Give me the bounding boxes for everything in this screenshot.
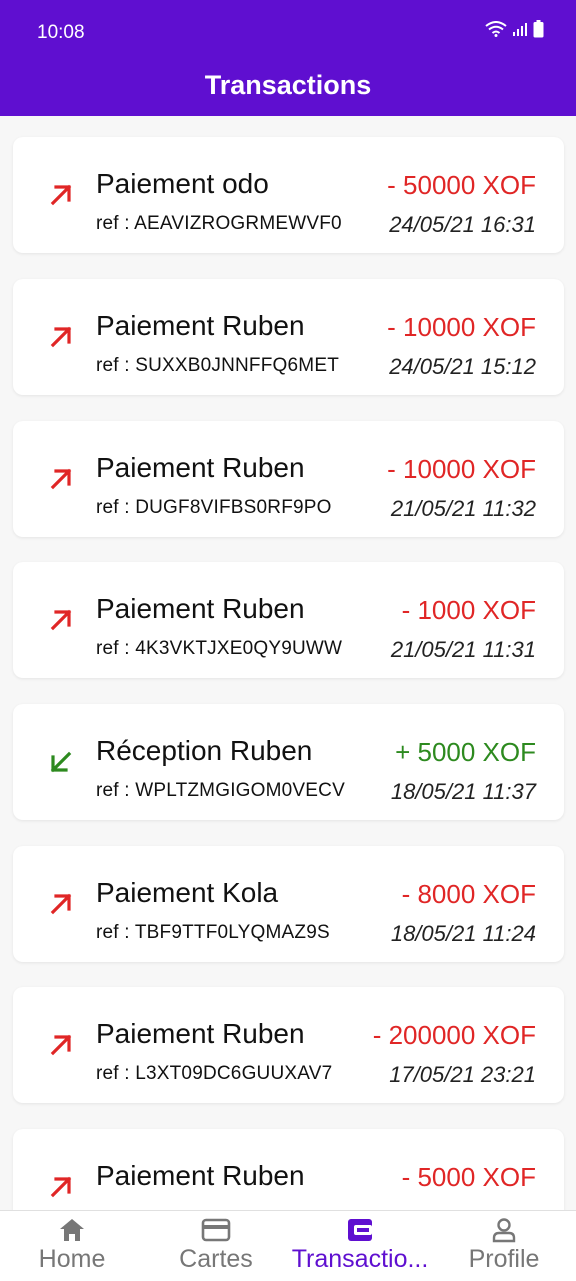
transaction-amount: - 10000 XOF [387, 312, 536, 342]
transaction-list[interactable]: Paiement odo ref : AEAVIZROGRMEWVF0 - 50… [0, 116, 576, 1210]
bottom-nav: Home Cartes Transactio... Profile [0, 1210, 576, 1281]
transaction-date: 18/05/21 11:24 [390, 921, 536, 946]
transaction-ref: ref : TBF9TTF0LYQMAZ9S [96, 922, 330, 943]
transaction-date: 24/05/21 16:31 [389, 212, 536, 237]
transaction-card[interactable]: Réception Ruben ref : WPLTZMGIGOM0VECV +… [13, 704, 564, 820]
transaction-ref: ref : DUGF8VIFBS0RF9PO [96, 497, 332, 518]
transaction-date: 17/05/21 23:21 [389, 1062, 536, 1087]
wifi-icon [485, 21, 507, 37]
transaction-card[interactable]: Paiement Ruben ref : DUGF8VIFBS0RF9PO - … [13, 421, 564, 537]
transaction-ref: ref : WPLTZMGIGOM0VECV [96, 780, 345, 801]
person-icon [492, 1218, 516, 1243]
arrow-up-right-icon [50, 326, 72, 348]
transaction-date: 24/05/21 15:12 [389, 354, 536, 379]
wallet-icon [348, 1219, 372, 1241]
card-icon [201, 1218, 231, 1242]
transaction-ref: ref : SUXXB0JNNFFQ6MET [96, 355, 339, 376]
transaction-amount: - 200000 XOF [372, 1020, 536, 1050]
transaction-date: 21/05/21 11:31 [390, 637, 536, 662]
transaction-title: Paiement Ruben [96, 1018, 305, 1049]
arrow-down-left-icon [50, 751, 72, 773]
nav-home[interactable]: Home [0, 1211, 144, 1281]
transaction-card[interactable]: Paiement Ruben - 5000 XOF [13, 1129, 564, 1210]
transaction-title: Paiement Ruben [96, 593, 305, 624]
nav-transactions[interactable]: Transactio... [288, 1211, 432, 1281]
transaction-card[interactable]: Paiement Kola ref : TBF9TTF0LYQMAZ9S - 8… [13, 846, 564, 962]
arrow-up-right-icon [50, 1176, 72, 1198]
transaction-card[interactable]: Paiement odo ref : AEAVIZROGRMEWVF0 - 50… [13, 137, 564, 253]
nav-profile-label: Profile [468, 1245, 540, 1273]
transaction-title: Réception Ruben [96, 735, 313, 766]
page-title: Transactions [204, 70, 372, 100]
transaction-ref: ref : 4K3VKTJXE0QY9UWW [96, 638, 343, 659]
transaction-title: Paiement odo [96, 168, 269, 199]
transaction-amount: - 50000 XOF [387, 170, 536, 200]
transaction-card[interactable]: Paiement Ruben ref : L3XT09DC6GUUXAV7 - … [13, 987, 564, 1103]
arrow-up-right-icon [50, 609, 72, 631]
arrow-up-right-icon [50, 893, 72, 915]
arrow-up-right-icon [50, 1034, 72, 1056]
signal-icon [513, 23, 527, 36]
arrow-up-right-icon [50, 184, 72, 206]
transaction-title: Paiement Ruben [96, 1160, 305, 1191]
transaction-card[interactable]: Paiement Ruben ref : SUXXB0JNNFFQ6MET - … [13, 279, 564, 395]
battery-icon [533, 20, 544, 38]
nav-cartes-label: Cartes [179, 1245, 253, 1273]
transaction-date: 21/05/21 11:32 [390, 496, 536, 521]
nav-home-label: Home [38, 1245, 106, 1273]
status-time: 10:08 [37, 22, 85, 43]
app-bar: 10:08 Transactions [0, 0, 576, 116]
status-icons [485, 20, 544, 38]
transaction-title: Paiement Kola [96, 877, 279, 908]
transaction-amount: - 8000 XOF [401, 879, 536, 909]
transaction-amount: + 5000 XOF [395, 737, 536, 767]
transaction-ref: ref : L3XT09DC6GUUXAV7 [96, 1063, 333, 1084]
transaction-amount: - 1000 XOF [401, 595, 536, 625]
transaction-title: Paiement Ruben [96, 310, 305, 341]
transaction-amount: - 5000 XOF [401, 1162, 536, 1192]
home-icon [60, 1219, 84, 1241]
transaction-card[interactable]: Paiement Ruben ref : 4K3VKTJXE0QY9UWW - … [13, 562, 564, 678]
nav-transactions-label: Transactio... [291, 1245, 429, 1273]
transaction-date: 18/05/21 11:37 [390, 779, 536, 804]
transaction-title: Paiement Ruben [96, 452, 305, 483]
transaction-ref: ref : AEAVIZROGRMEWVF0 [96, 213, 342, 234]
nav-profile[interactable]: Profile [432, 1211, 576, 1281]
transaction-amount: - 10000 XOF [387, 454, 536, 484]
nav-cartes[interactable]: Cartes [144, 1211, 288, 1281]
arrow-up-right-icon [50, 468, 72, 490]
